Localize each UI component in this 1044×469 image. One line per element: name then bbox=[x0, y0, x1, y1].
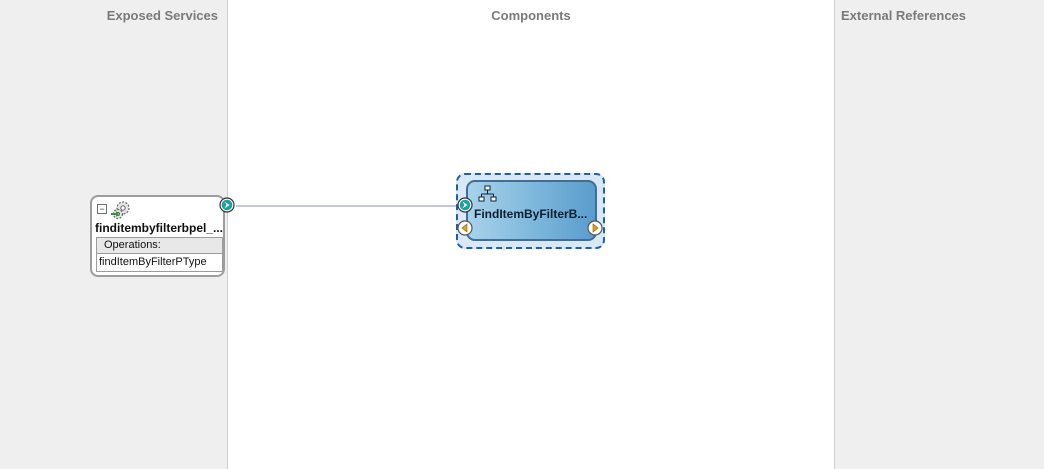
component-name: FindItemByFilterB... bbox=[474, 207, 588, 221]
external-references-lane: External References bbox=[834, 0, 1044, 469]
gear-service-icon bbox=[111, 201, 130, 220]
service-wire[interactable] bbox=[236, 205, 458, 207]
collapse-toggle[interactable]: − bbox=[97, 204, 107, 214]
lane-title-components: Components bbox=[491, 8, 571, 23]
exposed-service-box[interactable]: − finditembyfilterbpel_... Operations: f… bbox=[90, 195, 225, 277]
service-port-icon[interactable] bbox=[219, 197, 235, 213]
bpel-component[interactable]: FindItemByFilterB... bbox=[456, 173, 605, 249]
service-name: finditembyfilterbpel_... bbox=[95, 221, 223, 235]
operation-item[interactable]: findItemByFilterPType bbox=[97, 254, 222, 271]
operations-table: Operations: findItemByFilterPType bbox=[96, 237, 223, 272]
bpel-component-body[interactable]: FindItemByFilterB... bbox=[466, 180, 597, 241]
reference-port-icon[interactable] bbox=[587, 220, 603, 236]
operations-header: Operations: bbox=[97, 238, 222, 254]
component-service-port-icon[interactable] bbox=[457, 197, 473, 213]
lane-title-exposed-services: Exposed Services bbox=[106, 8, 218, 23]
lane-title-external-references: External References bbox=[841, 8, 967, 23]
bpel-process-icon bbox=[478, 185, 497, 202]
callback-port-icon[interactable] bbox=[457, 220, 473, 236]
